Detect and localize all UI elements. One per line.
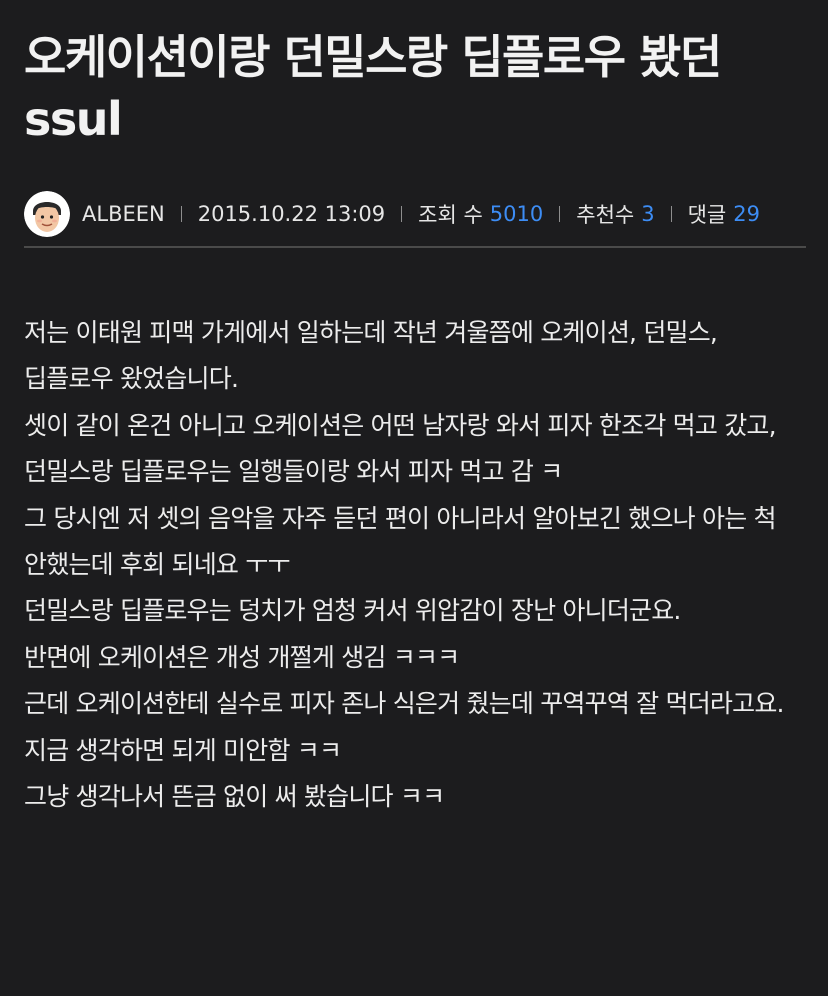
header-divider [24, 246, 806, 248]
comment-count-label: 댓글 [687, 203, 727, 227]
meta-separator [559, 206, 561, 222]
comment-count-value: 29 [733, 202, 760, 226]
post-container: 오케이션이랑 던밀스랑 딥플로우 봤던 ssul ALBEEN 2015.10.… [24, 0, 806, 820]
view-count: 조회 수 5010 [418, 199, 543, 229]
view-count-value: 5010 [489, 202, 544, 226]
recommend-count-label: 추천수 [576, 203, 635, 227]
author-name[interactable]: ALBEEN [82, 202, 165, 226]
recommend-count-value: 3 [641, 202, 655, 226]
body-line: 그 당시엔 저 셋의 음악을 자주 듣던 편이 아니라서 알아보긴 했으나 아는… [24, 503, 777, 580]
meta-separator [180, 206, 182, 222]
body-line: 반면에 오케이션은 개성 개쩔게 생김 ㅋㅋㅋ [24, 642, 460, 672]
post-meta: ALBEEN 2015.10.22 13:09 조회 수 5010 추천수 3 … [24, 188, 806, 240]
post-date: 2015.10.22 13:09 [197, 202, 386, 226]
body-line: 던밀스랑 딥플로우는 덩치가 엄청 커서 위압감이 장난 아니더군요. [24, 596, 681, 626]
recommend-count: 추천수 3 [576, 199, 654, 229]
user-avatar-icon[interactable] [24, 191, 70, 237]
meta-separator [670, 206, 672, 222]
comment-count[interactable]: 댓글 29 [688, 199, 760, 229]
meta-separator [401, 206, 403, 222]
body-line: 저는 이태원 피맥 가게에서 일하는데 작년 겨울쯤에 오케이션, 던밀스, 딥… [24, 318, 718, 394]
body-line: 셋이 같이 온건 아니고 오케이션은 어떤 남자랑 와서 피자 한조각 먹고 갔… [24, 410, 777, 487]
post-title: 오케이션이랑 던밀스랑 딥플로우 봤던 ssul [24, 30, 722, 146]
post-body: 저는 이태원 피맥 가게에서 일하는데 작년 겨울쯤에 오케이션, 던밀스, 딥… [24, 310, 806, 820]
view-count-label: 조회 수 [418, 203, 483, 227]
body-line: 그냥 생각나서 뜬금 없이 써 봤습니다 ㅋㅋ [24, 782, 445, 812]
body-line: 근데 오케이션한테 실수로 피자 존나 식은거 줬는데 꾸역꾸역 잘 먹더라고요… [24, 689, 784, 765]
